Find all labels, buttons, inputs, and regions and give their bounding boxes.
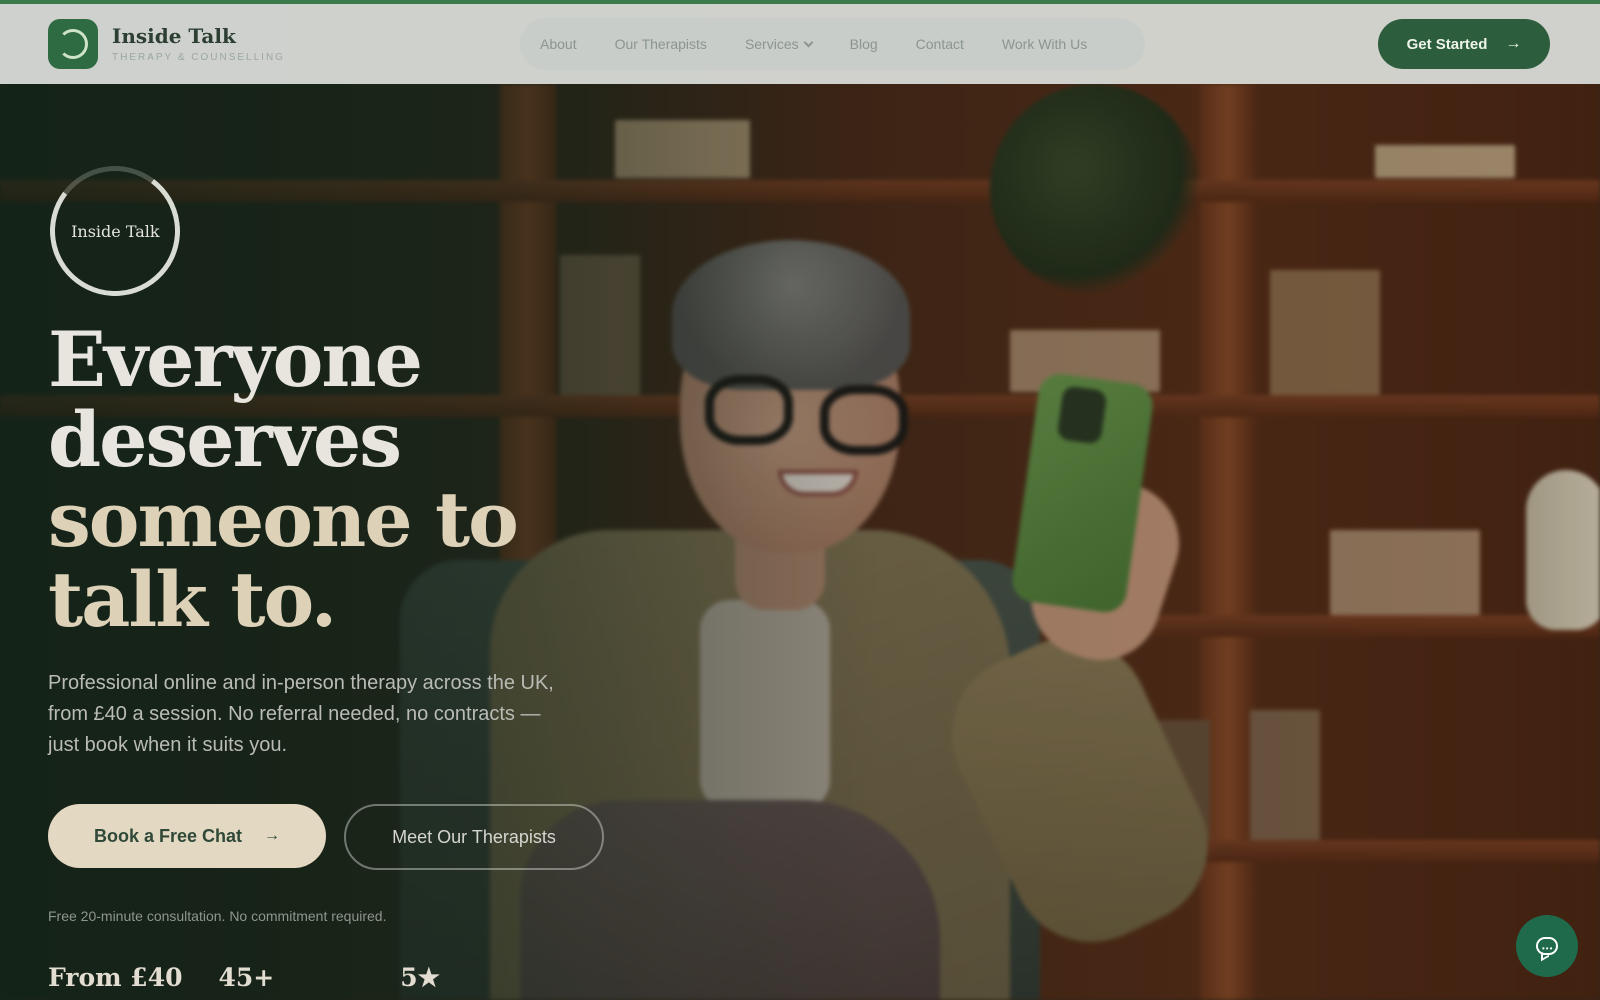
brand-tagline: THERAPY & COUNSELLING (112, 52, 285, 63)
nav-item-blog[interactable]: Blog (850, 36, 878, 52)
arrow-right-icon: → (264, 827, 281, 844)
hero-stats: From £40 45+ 5★ (48, 963, 440, 992)
hero-lead-text: Professional online and in-person therap… (48, 672, 554, 756)
chat-icon: ••• (1536, 937, 1558, 955)
chat-widget-button[interactable]: ••• (1516, 915, 1578, 977)
main-nav: About Our Therapists Services Blog Conta… (520, 18, 1145, 70)
nav-item-about[interactable]: About (540, 36, 577, 52)
logo-icon[interactable] (48, 19, 98, 69)
headline-line-1: Everyone (48, 315, 423, 404)
hero-badge-text: Inside Talk (70, 221, 160, 241)
meet-therapists-button[interactable]: Meet Our Therapists (344, 804, 604, 870)
meet-therapists-label: Meet Our Therapists (392, 826, 556, 847)
nav-item-work-with-us[interactable]: Work With Us (1002, 36, 1087, 52)
stat-rating: 5★ (400, 963, 441, 992)
stat-price: From £40 (48, 963, 183, 992)
get-started-button[interactable]: Get Started → (1378, 19, 1550, 69)
nav-item-services[interactable]: Services (745, 36, 814, 52)
nav-item-contact[interactable]: Contact (916, 36, 964, 52)
headline-line-4: talk to. (48, 555, 337, 644)
consultation-note: Free 20-minute consultation. No commitme… (48, 908, 387, 924)
book-free-chat-label: Book a Free Chat (93, 825, 243, 846)
headline-line-3: someone to (48, 475, 519, 564)
hero-headline: Everyone deserves someone to talk to. (48, 315, 519, 644)
arrow-right-icon: → (1505, 35, 1522, 52)
book-free-chat-button[interactable]: Book a Free Chat → (48, 804, 326, 868)
stat-therapists: 45+ (218, 963, 275, 992)
get-started-label: Get Started (1406, 35, 1488, 53)
nav-item-our-therapists[interactable]: Our Therapists (615, 36, 707, 52)
headline-line-2: deserves (48, 395, 402, 484)
brand-name[interactable]: Inside Talk (112, 24, 236, 48)
site-header: Inside Talk THERAPY & COUNSELLING About … (0, 4, 1600, 84)
chevron-down-icon (803, 37, 814, 47)
